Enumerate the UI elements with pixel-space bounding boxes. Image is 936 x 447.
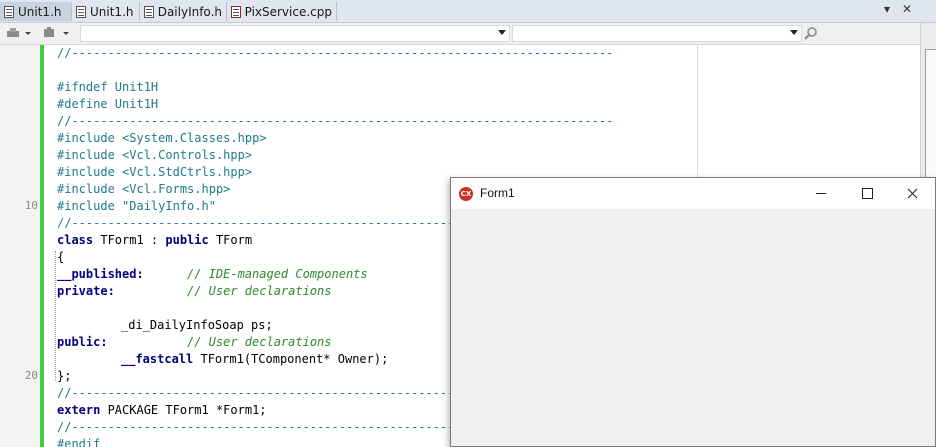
code-line: #include <Vcl.Controls.hpp> xyxy=(57,148,253,162)
keyword: class xyxy=(57,233,94,247)
code-line: public: xyxy=(57,334,108,351)
header-file-icon xyxy=(4,5,14,18)
code-line: //--------------------------------------… xyxy=(57,114,614,128)
tab-label: DailyInfo.h xyxy=(157,4,222,19)
code-line: class TForm1 : public TForm xyxy=(57,232,252,249)
header-file-icon xyxy=(76,5,86,18)
tab-label: PixService.cpp xyxy=(244,4,332,19)
tab-list-dropdown-icon[interactable]: ▾ xyxy=(884,2,890,16)
code-line: #include <Vcl.Forms.hpp> xyxy=(57,182,231,196)
tab-unit1-h-2[interactable]: Unit1.h xyxy=(72,2,140,21)
code-line: __fastcall TForm1(TComponent* Owner); xyxy=(121,351,388,368)
tab-unit1-h-1[interactable]: Unit1.h xyxy=(0,2,72,21)
code-line: }; xyxy=(57,369,72,383)
chevron-down-icon[interactable] xyxy=(62,26,70,40)
component-icon[interactable] xyxy=(42,26,56,40)
line-number-gutter: 10 20 xyxy=(0,45,40,447)
form1-window[interactable]: CX Form1 xyxy=(450,177,936,447)
code-line: extern PACKAGE TForm1 *Form1; xyxy=(57,402,267,419)
chevron-down-icon xyxy=(498,30,506,35)
tab-dailyinfo-h[interactable]: DailyInfo.h xyxy=(140,2,227,21)
minimize-button[interactable] xyxy=(798,178,844,209)
keyword: extern xyxy=(57,403,101,417)
code-line: #include <Vcl.StdCtrls.hpp> xyxy=(57,165,253,179)
scope-dropdown[interactable] xyxy=(80,25,510,42)
tab-label: Unit1.h xyxy=(90,4,134,19)
chevron-down-icon[interactable] xyxy=(24,26,32,40)
keyword: __fastcall xyxy=(121,352,194,366)
window-titlebar[interactable]: CX Form1 xyxy=(451,178,935,209)
window-title: Form1 xyxy=(480,186,515,200)
chevron-down-icon xyxy=(790,30,798,35)
form-client-area[interactable] xyxy=(451,209,935,446)
code-text: PACKAGE TForm1 *Form1; xyxy=(100,403,267,417)
symbol-dropdown[interactable] xyxy=(512,25,802,42)
class-explorer-icon[interactable] xyxy=(6,26,20,40)
code-line: { xyxy=(57,250,65,264)
cpp-file-icon xyxy=(231,5,241,18)
line-number: 20 xyxy=(24,369,38,382)
code-line: #include <System.Classes.hpp> xyxy=(57,131,267,145)
code-text: TForm1 : xyxy=(93,233,166,247)
editor-toolbar xyxy=(0,23,936,45)
code-line: _di_DailyInfoSoap ps; xyxy=(121,318,273,332)
code-text: TForm1(TComponent* Owner); xyxy=(193,352,389,366)
tab-label: Unit1.h xyxy=(18,4,62,19)
code-comment: // IDE-managed Components xyxy=(187,267,368,281)
code-line: //--------------------------------------… xyxy=(57,46,614,60)
code-line: #ifndef Unit1H xyxy=(57,80,159,94)
maximize-button[interactable] xyxy=(844,178,890,209)
line-number: 10 xyxy=(24,199,38,212)
code-line: #include "DailyInfo.h" xyxy=(57,199,216,213)
code-comment: // User declarations xyxy=(187,335,332,349)
tab-pixservice-cpp[interactable]: PixService.cpp xyxy=(227,2,337,21)
keyword: public xyxy=(165,233,209,247)
search-icon[interactable] xyxy=(804,26,818,40)
keyword: private: xyxy=(57,284,115,298)
keyword: public: xyxy=(57,335,108,349)
app-icon: CX xyxy=(459,187,473,201)
header-file-icon xyxy=(144,5,154,18)
code-line: #endif xyxy=(57,437,101,447)
close-tab-icon[interactable]: ✕ xyxy=(902,2,912,16)
code-text: TForm xyxy=(208,233,253,247)
keyword: __published: xyxy=(57,267,144,281)
code-line: private: xyxy=(57,283,115,300)
code-line: #define Unit1H xyxy=(57,97,159,111)
editor-tab-bar: Unit1.h Unit1.h DailyInfo.h PixService.c… xyxy=(0,0,936,23)
modified-lines-bar xyxy=(40,45,44,447)
close-button[interactable] xyxy=(889,178,935,209)
code-comment: // User declarations xyxy=(187,284,332,298)
code-line: __published: xyxy=(57,266,144,283)
